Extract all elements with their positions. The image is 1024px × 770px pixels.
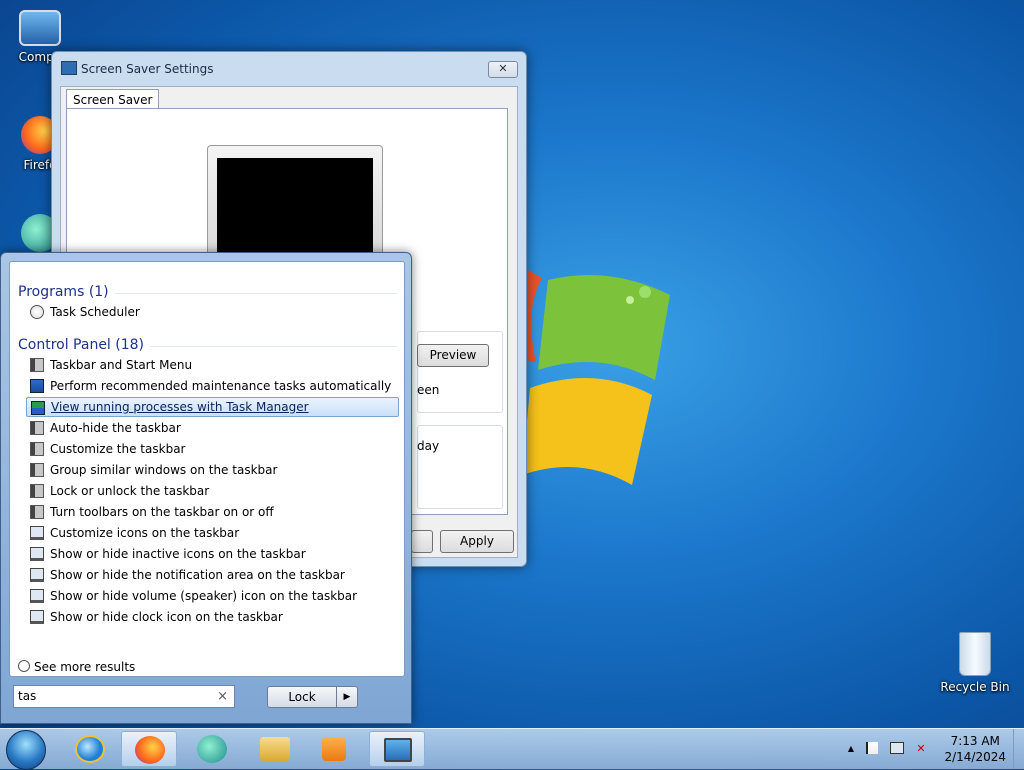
list-item[interactable]: Show or hide clock icon on the taskbar — [26, 607, 397, 627]
control-panel-header: Control Panel (18) — [18, 337, 145, 353]
list-item[interactable]: Task Scheduler — [26, 302, 397, 322]
cancel-button[interactable] — [411, 530, 433, 553]
tab-screen-saver[interactable]: Screen Saver — [66, 89, 160, 110]
desktop-icon-label: Recycle Bin — [940, 680, 1010, 694]
notification-icons-icon — [30, 568, 44, 582]
clock-date: 2/14/2024 — [944, 750, 1006, 764]
window-title: Screen Saver Settings — [81, 62, 214, 76]
taskbar-explorer[interactable] — [247, 731, 303, 767]
taskbar: ▲ ✕ 7:13 AM 2/14/2024 — [0, 728, 1024, 770]
taskbar-icon — [30, 463, 44, 477]
taskbar-icon — [30, 358, 44, 372]
taskbar-icon — [30, 484, 44, 498]
taskbar-icon — [30, 442, 44, 456]
label-fragment: een — [417, 383, 440, 397]
app-icon — [197, 735, 227, 763]
clock-icon — [30, 305, 44, 319]
list-item-selected[interactable]: View running processes with Task Manager — [26, 397, 399, 417]
start-button[interactable] — [6, 730, 46, 770]
clock-time: 7:13 AM — [950, 734, 1000, 748]
taskbar-media-player[interactable] — [306, 731, 362, 767]
task-manager-icon — [31, 401, 45, 415]
screen-saver-icon — [61, 61, 77, 75]
taskbar-screen-saver[interactable] — [369, 731, 425, 767]
desktop-icon-recycle-bin[interactable]: Recycle Bin — [935, 632, 1015, 694]
section-divider — [115, 293, 397, 294]
internet-explorer-icon — [75, 735, 105, 763]
search-box[interactable]: × — [13, 685, 235, 708]
clear-search-button[interactable]: × — [217, 686, 228, 707]
show-desktop-button[interactable] — [1013, 729, 1024, 769]
lock-button[interactable]: Lock — [267, 686, 337, 708]
windows-logo — [520, 270, 670, 485]
folder-icon — [260, 737, 290, 761]
list-item[interactable]: Show or hide volume (speaker) icon on th… — [26, 586, 397, 606]
search-icon — [18, 660, 30, 672]
section-divider — [150, 346, 397, 347]
list-item[interactable]: Auto-hide the taskbar — [26, 418, 397, 438]
list-item[interactable]: Turn toolbars on the taskbar on or off — [26, 502, 397, 522]
media-player-icon — [322, 737, 346, 761]
list-item[interactable]: Perform recommended maintenance tasks au… — [26, 376, 397, 396]
firefox-icon — [135, 736, 165, 764]
display-icon — [384, 738, 412, 762]
search-results-panel: Programs (1) Task Scheduler Control Pane… — [9, 261, 405, 677]
computer-icon — [19, 10, 61, 46]
volume-muted-icon[interactable]: ✕ — [914, 742, 928, 756]
notification-icons-icon — [30, 526, 44, 540]
clock[interactable]: 7:13 AM 2/14/2024 — [944, 733, 1006, 765]
preview-button[interactable]: Preview — [417, 344, 489, 367]
power-group — [417, 425, 503, 509]
search-input[interactable] — [14, 686, 212, 706]
notification-icons-icon — [30, 547, 44, 561]
shutdown-options-arrow[interactable]: ▶ — [336, 686, 358, 708]
taskbar-icon — [30, 421, 44, 435]
list-item[interactable]: Customize icons on the taskbar — [26, 523, 397, 543]
notification-icons-icon — [30, 610, 44, 624]
show-hidden-icons-arrow[interactable]: ▲ — [844, 742, 858, 756]
apply-button[interactable]: Apply — [440, 530, 514, 553]
list-item[interactable]: Lock or unlock the taskbar — [26, 481, 397, 501]
start-menu: Programs (1) Task Scheduler Control Pane… — [0, 252, 412, 724]
action-center-flag-icon[interactable] — [866, 742, 878, 754]
recycle-bin-icon — [959, 632, 991, 676]
action-center-icon — [30, 379, 44, 393]
notification-icons-icon — [30, 589, 44, 603]
list-item[interactable]: Show or hide inactive icons on the taskb… — [26, 544, 397, 564]
taskbar-ie[interactable] — [62, 731, 118, 767]
programs-header: Programs (1) — [18, 284, 109, 300]
close-button[interactable]: ✕ — [488, 61, 518, 78]
list-item[interactable]: Show or hide the notification area on th… — [26, 565, 397, 585]
label-fragment: day — [417, 439, 440, 453]
taskbar-app[interactable] — [184, 731, 240, 767]
list-item[interactable]: Taskbar and Start Menu — [26, 355, 397, 375]
title-bar[interactable]: Screen Saver Settings ✕ — [52, 52, 526, 86]
see-more-results[interactable]: See more results — [18, 660, 135, 674]
taskbar-firefox[interactable] — [121, 731, 177, 767]
taskbar-icon — [30, 505, 44, 519]
list-item[interactable]: Group similar windows on the taskbar — [26, 460, 397, 480]
network-icon[interactable] — [890, 742, 904, 754]
list-item[interactable]: Customize the taskbar — [26, 439, 397, 459]
